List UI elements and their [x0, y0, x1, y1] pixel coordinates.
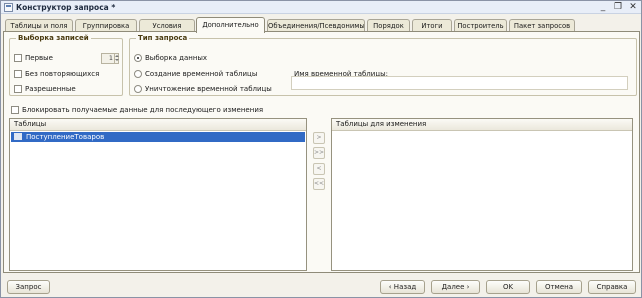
- minimize-icon[interactable]: _: [597, 1, 609, 13]
- query-button[interactable]: Запрос: [7, 280, 50, 294]
- allowed-checkbox[interactable]: [14, 85, 22, 93]
- cancel-button[interactable]: Отмена: [536, 280, 582, 294]
- help-button[interactable]: Справка: [588, 280, 636, 294]
- tables-list-header: Таблицы: [10, 119, 306, 131]
- allowed-label: Разрешенные: [25, 85, 76, 93]
- first-label: Первые: [25, 54, 53, 62]
- tab-additional[interactable]: Дополнительно: [196, 17, 265, 33]
- move-all-right-button[interactable]: >>: [313, 147, 325, 159]
- tables-list[interactable]: Таблицы ПоступлениеТоваров: [9, 118, 307, 271]
- close-icon[interactable]: ✕: [627, 1, 639, 13]
- tables-for-change-header: Таблицы для изменения: [332, 119, 632, 131]
- restore-icon[interactable]: ❐: [612, 1, 624, 13]
- lock-data-label: Блокировать получаемые данные для послед…: [22, 106, 264, 114]
- first-count-input[interactable]: 1: [101, 53, 119, 64]
- table-icon: [14, 133, 22, 140]
- move-right-button[interactable]: >: [313, 132, 325, 144]
- ok-button[interactable]: OK: [486, 280, 530, 294]
- window-controls: _ ❐ ✕: [597, 1, 639, 13]
- distinct-checkbox[interactable]: [14, 70, 22, 78]
- radio-create-temp-table[interactable]: [134, 70, 142, 78]
- radio-drop-temp-table-label: Уничтожение временной таблицы: [145, 85, 272, 93]
- tables-for-change-list[interactable]: Таблицы для изменения: [331, 118, 633, 271]
- lock-data-checkbox[interactable]: [11, 106, 19, 114]
- window-title: Конструктор запроса *: [16, 3, 116, 12]
- move-left-button[interactable]: <: [313, 163, 325, 175]
- radio-drop-temp-table[interactable]: [134, 85, 142, 93]
- radio-select-data-label: Выборка данных: [145, 54, 208, 62]
- selection-group-title: Выборка записей: [16, 34, 91, 42]
- temp-table-name-input[interactable]: [291, 76, 628, 90]
- first-count-value: 1: [108, 54, 113, 62]
- form-icon: [4, 3, 13, 12]
- next-button[interactable]: Далее ›: [431, 280, 480, 294]
- move-all-left-button[interactable]: <<: [313, 178, 325, 190]
- table-row-label: ПоступлениеТоваров: [26, 133, 105, 141]
- title-bar: Конструктор запроса * _ ❐ ✕: [1, 1, 641, 14]
- selection-group: Выборка записей Первые 1 Без повторяющих…: [9, 34, 123, 96]
- back-button[interactable]: ‹ Назад: [380, 280, 425, 294]
- spin-arrows-icon[interactable]: [114, 54, 119, 63]
- table-row[interactable]: ПоступлениеТоваров: [11, 132, 305, 142]
- first-checkbox[interactable]: [14, 54, 22, 62]
- query-type-group-title: Тип запроса: [136, 34, 190, 42]
- query-builder-window: Конструктор запроса * _ ❐ ✕ Таблицы и по…: [0, 0, 642, 298]
- radio-select-data[interactable]: [134, 54, 142, 62]
- radio-create-temp-table-label: Создание временной таблицы: [145, 70, 258, 78]
- tab-bar: Таблицы и поля Группировка Условия Допол…: [3, 17, 641, 33]
- distinct-label: Без повторяющихся: [25, 70, 100, 78]
